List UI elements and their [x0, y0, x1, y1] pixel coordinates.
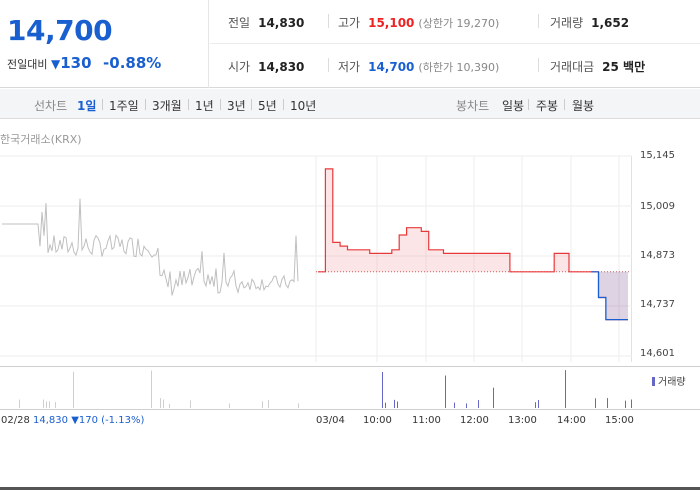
volume-bar: [454, 402, 455, 408]
volume-bar: [43, 399, 44, 408]
volume-bar: [397, 401, 398, 408]
volume-bar: [190, 400, 191, 408]
volume-bar: [631, 399, 632, 408]
x-tick-label: 10:00: [363, 415, 392, 426]
volume-bar: [55, 401, 56, 408]
down-area: [591, 271, 628, 320]
x-tick-label: 12:00: [460, 415, 489, 426]
volume-bar: [298, 403, 299, 408]
volume-bar: [163, 399, 164, 408]
up-area: [318, 168, 628, 320]
volume-bar: [493, 387, 494, 408]
volume-bar: [385, 402, 386, 408]
x-tick-label: 13:00: [508, 415, 537, 426]
prev-day-info: 02/28 14,830 ▼170 (-1.13%): [1, 415, 145, 426]
x-tick-label: 03/04: [316, 415, 345, 426]
volume-bar: [565, 370, 566, 408]
volume-bar: [151, 370, 152, 408]
volume-bar: [160, 398, 161, 408]
x-tick-label: 14:00: [557, 415, 586, 426]
price-chart-svg: [0, 155, 632, 408]
x-tick-label: 11:00: [412, 415, 441, 426]
volume-bar: [268, 399, 269, 408]
volume-bar: [382, 372, 383, 408]
volume-bar: [229, 403, 230, 408]
volume-bar: [535, 402, 536, 408]
volume-bar: [607, 398, 608, 408]
volume-bar: [478, 400, 479, 408]
prev-day-line: [2, 198, 299, 296]
volume-bar: [595, 398, 596, 408]
volume-bar: [262, 401, 263, 408]
volume-bar: [46, 401, 47, 408]
volume-bar: [394, 399, 395, 408]
volume-bar: [466, 403, 467, 408]
volume-bar: [169, 403, 170, 408]
volume-bar: [19, 399, 20, 408]
today-line: [318, 168, 628, 321]
volume-bar: [49, 401, 50, 408]
volume-bar: [538, 400, 539, 408]
volume-bar: [625, 400, 626, 408]
volume-bar: [73, 371, 74, 408]
volume-bar: [445, 375, 446, 408]
x-tick-label: 15:00: [605, 415, 634, 426]
